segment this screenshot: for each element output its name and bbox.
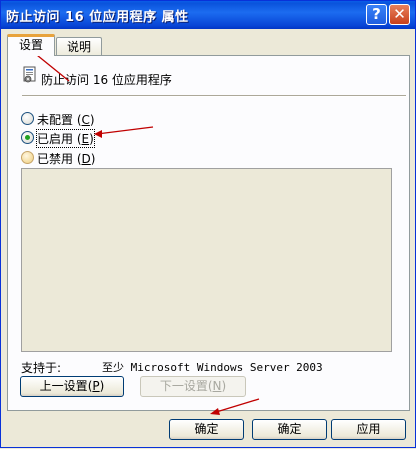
ok-button-2[interactable]: 确定	[252, 419, 327, 440]
options-area	[21, 168, 392, 352]
tab-explain[interactable]: 说明	[56, 37, 102, 57]
next-setting-button[interactable]: 下一设置(N)	[140, 376, 246, 397]
separator	[22, 95, 406, 97]
radio-label-not-configured: 未配置	[37, 113, 74, 127]
supported-on-value: 至少 Microsoft Windows Server 2003	[102, 361, 323, 374]
radio-label-enabled: 已启用	[37, 132, 74, 146]
supported-on-label: 支持于:	[21, 361, 62, 375]
radio-button-checked[interactable]	[21, 131, 34, 144]
accel-key: P	[92, 379, 100, 393]
policy-title: 防止访问 16 位应用程序	[41, 73, 172, 87]
apply-button[interactable]: 应用	[331, 419, 406, 440]
previous-setting-button[interactable]: 上一设置(P)	[20, 376, 124, 397]
radio-label-disabled: 已禁用	[37, 152, 74, 166]
help-button[interactable]: ?	[366, 4, 387, 25]
policy-setting-icon	[23, 66, 36, 83]
radio-button[interactable]	[21, 112, 34, 125]
title-bar[interactable]: 防止访问 16 位应用程序 属性 ? ✕	[1, 1, 415, 29]
window-title: 防止访问 16 位应用程序 属性	[6, 10, 189, 25]
accel-key: E	[81, 132, 90, 146]
next-setting-label: 下一设置	[159, 379, 208, 393]
accel-key: D	[81, 152, 91, 166]
settings-panel: 防止访问 16 位应用程序 未配置 (C) 已启用 (E) 已禁用 (D) 支持…	[7, 55, 410, 411]
close-button[interactable]: ✕	[389, 4, 410, 25]
properties-dialog: 防止访问 16 位应用程序 属性 ? ✕ 设置 说明 防止访问 16 位应用程序…	[0, 0, 416, 448]
ok-button[interactable]: 确定	[169, 419, 244, 440]
previous-setting-label: 上一设置	[39, 379, 88, 393]
radio-button[interactable]	[21, 151, 34, 164]
accel-key: N	[212, 379, 222, 393]
tab-settings[interactable]: 设置	[7, 34, 55, 56]
accel-key: C	[81, 113, 90, 127]
